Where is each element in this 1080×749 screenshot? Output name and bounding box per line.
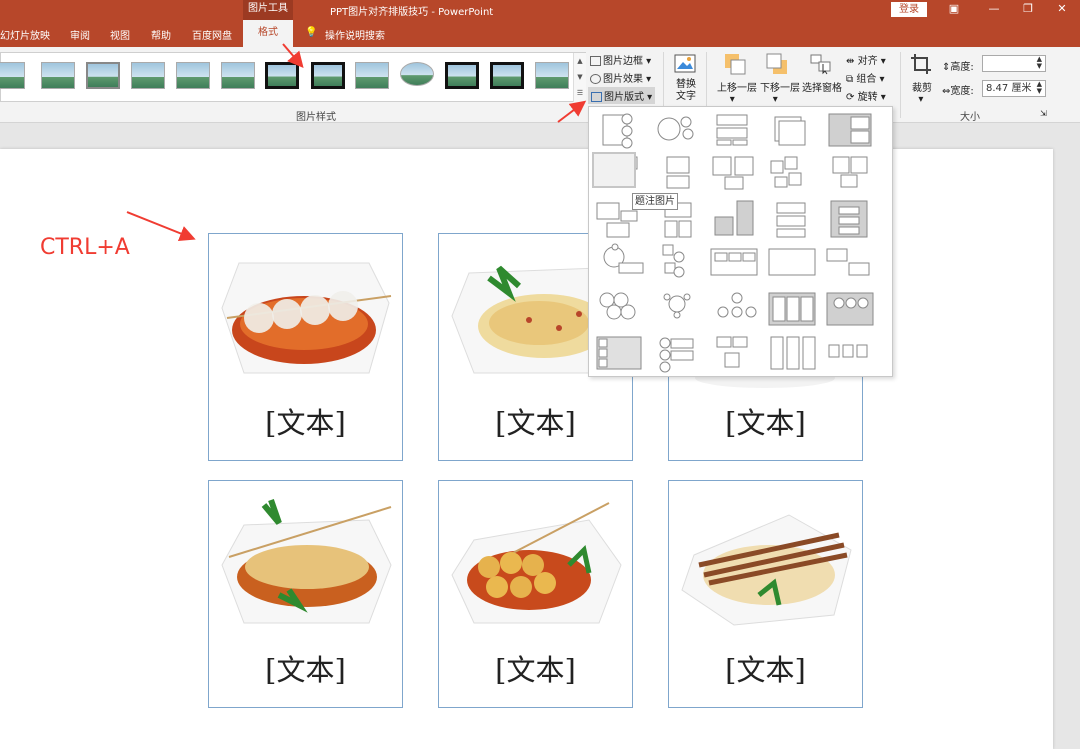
align-label: 对齐 bbox=[857, 56, 878, 67]
selection-pane-icon bbox=[810, 54, 831, 75]
border-icon bbox=[590, 56, 601, 66]
group-label: 组合 bbox=[856, 74, 877, 85]
picture-effects-button[interactable]: 图片效果 ▾ bbox=[590, 70, 651, 85]
ctrl-a-annotation: CTRL+A bbox=[40, 235, 130, 260]
food-image bbox=[451, 502, 622, 624]
card-caption[interactable]: [文本] bbox=[439, 647, 632, 689]
card-caption[interactable]: [文本] bbox=[669, 647, 862, 689]
ribbon-separator bbox=[900, 52, 901, 118]
card-caption[interactable]: [文本] bbox=[669, 400, 862, 442]
picture-layout-dropdown bbox=[588, 106, 893, 377]
width-label-text: 宽度: bbox=[950, 86, 974, 97]
tab-review[interactable]: 审阅 bbox=[70, 27, 90, 42]
picture-styles-gallery[interactable]: ▲ ▼ ☰ bbox=[0, 52, 586, 102]
gallery-scroll[interactable]: ▲ ▼ ☰ bbox=[573, 53, 586, 102]
style-thumb[interactable] bbox=[535, 62, 569, 89]
alt-text-label-1: 替换 bbox=[676, 79, 696, 90]
width-value: 8.47 厘米 bbox=[986, 83, 1032, 94]
align-button[interactable]: ⇹ 对齐 ▾ bbox=[846, 52, 886, 67]
group-icon: ⧉ bbox=[846, 74, 854, 85]
layout-tooltip: 题注图片 bbox=[632, 193, 678, 210]
bring-forward-label: 上移一层 bbox=[717, 83, 757, 94]
picture-card[interactable]: [文本] bbox=[208, 480, 403, 708]
picture-effects-label: 图片效果 bbox=[603, 74, 643, 85]
rotate-button[interactable]: ⟳ 旋转 ▾ bbox=[846, 88, 886, 103]
send-backward-label: 下移一层 bbox=[760, 83, 800, 94]
tab-help[interactable]: 帮助 bbox=[151, 27, 171, 42]
size-dialog-launcher-icon[interactable]: ⇲ bbox=[1040, 109, 1047, 118]
picture-tools-label: 图片工具 bbox=[243, 0, 293, 20]
picture-card[interactable]: [文本] bbox=[438, 480, 633, 708]
rotate-label: 旋转 bbox=[857, 92, 878, 103]
style-thumb[interactable] bbox=[221, 62, 255, 89]
align-icon: ⇹ bbox=[846, 56, 855, 67]
tab-format[interactable]: 格式 bbox=[243, 20, 293, 47]
ribbon-tabs: 幻灯片放映 审阅 视图 帮助 百度网盘 💡 操作说明搜索 👤 共享 bbox=[0, 20, 1080, 62]
close-button[interactable]: ✕ bbox=[1042, 0, 1080, 20]
style-thumb[interactable] bbox=[131, 62, 165, 89]
style-thumb[interactable] bbox=[311, 62, 345, 89]
effects-icon bbox=[590, 74, 601, 84]
card-caption[interactable]: [文本] bbox=[209, 647, 402, 689]
style-thumb[interactable] bbox=[355, 62, 389, 89]
layout-grid bbox=[596, 113, 874, 373]
height-input[interactable]: ▲ ▼ bbox=[982, 55, 1046, 72]
tab-view[interactable]: 视图 bbox=[110, 27, 130, 42]
card-caption[interactable]: [文本] bbox=[209, 400, 402, 442]
ribbon-display-icon[interactable]: ▣ bbox=[934, 0, 974, 20]
height-spinner[interactable]: ▲ ▼ bbox=[1037, 56, 1042, 70]
food-image bbox=[681, 514, 852, 626]
tab-baidu-netdisk[interactable]: 百度网盘 bbox=[192, 27, 232, 42]
window-title: PPT图片对齐排版技巧 - PowerPoint bbox=[330, 7, 494, 18]
layout-option-caption-picture[interactable] bbox=[592, 152, 636, 188]
food-image bbox=[221, 499, 392, 624]
alt-text-icon bbox=[674, 54, 696, 73]
crop-button[interactable]: 裁剪 ▾ bbox=[912, 79, 932, 105]
card-caption[interactable]: [文本] bbox=[439, 400, 632, 442]
alt-text-label-2: 文字 bbox=[676, 91, 696, 102]
bring-forward-button[interactable]: 上移一层 ▾ bbox=[717, 79, 757, 105]
picture-card[interactable]: [文本] bbox=[668, 480, 863, 708]
style-thumb[interactable] bbox=[41, 62, 75, 89]
title-bar: 图片工具 PPT图片对齐排版技巧 - PowerPoint 登录 ▣ — ❐ ✕ bbox=[0, 0, 1080, 20]
food-image bbox=[221, 262, 392, 374]
crop-icon bbox=[911, 54, 931, 74]
ribbon: ▲ ▼ ☰ 图片样式 图片边框 ▾ 图片效果 ▾ 图片版式 ▾ 替换 文字 上移一层 … bbox=[0, 47, 1080, 123]
width-spinner[interactable]: ▲ ▼ bbox=[1037, 81, 1042, 95]
height-label-text: 高度: bbox=[950, 62, 974, 73]
tell-me-search[interactable]: 操作说明搜索 bbox=[325, 27, 385, 42]
height-label: ⇕高度: bbox=[942, 58, 974, 73]
send-backward-icon bbox=[766, 53, 787, 74]
picture-card[interactable]: [文本] bbox=[208, 233, 403, 461]
tab-slideshow[interactable]: 幻灯片放映 bbox=[0, 27, 50, 42]
crop-label: 裁剪 bbox=[912, 83, 932, 94]
style-thumb[interactable] bbox=[0, 62, 25, 89]
style-thumb[interactable] bbox=[176, 62, 210, 89]
picture-border-label: 图片边框 bbox=[603, 56, 643, 67]
group-label-size: 大小 bbox=[960, 112, 980, 123]
alt-text-button[interactable]: 替换 文字 bbox=[676, 79, 696, 103]
style-thumb[interactable] bbox=[86, 62, 120, 89]
rotate-icon: ⟳ bbox=[846, 92, 855, 103]
style-thumb[interactable] bbox=[490, 62, 524, 89]
style-thumb[interactable] bbox=[400, 62, 434, 86]
bring-forward-icon bbox=[725, 54, 746, 75]
picture-border-button[interactable]: 图片边框 ▾ bbox=[590, 52, 651, 67]
group-label-picture-styles: 图片样式 bbox=[296, 112, 336, 123]
lightbulb-icon[interactable]: 💡 bbox=[305, 27, 317, 38]
picture-layout-label: 图片版式 bbox=[604, 92, 644, 103]
layout-icon bbox=[591, 92, 602, 102]
style-thumb[interactable] bbox=[265, 62, 299, 89]
width-label: ⇔宽度: bbox=[942, 82, 974, 97]
style-thumb[interactable] bbox=[445, 62, 479, 89]
picture-layout-button[interactable]: 图片版式 ▾ bbox=[588, 87, 656, 104]
group-button[interactable]: ⧉ 组合 ▾ bbox=[846, 70, 885, 85]
width-input[interactable]: 8.47 厘米 ▲ ▼ bbox=[982, 80, 1046, 97]
login-button[interactable]: 登录 bbox=[891, 2, 927, 17]
selection-pane-button[interactable]: 选择窗格 bbox=[802, 79, 842, 94]
send-backward-button[interactable]: 下移一层 ▾ bbox=[760, 79, 800, 105]
